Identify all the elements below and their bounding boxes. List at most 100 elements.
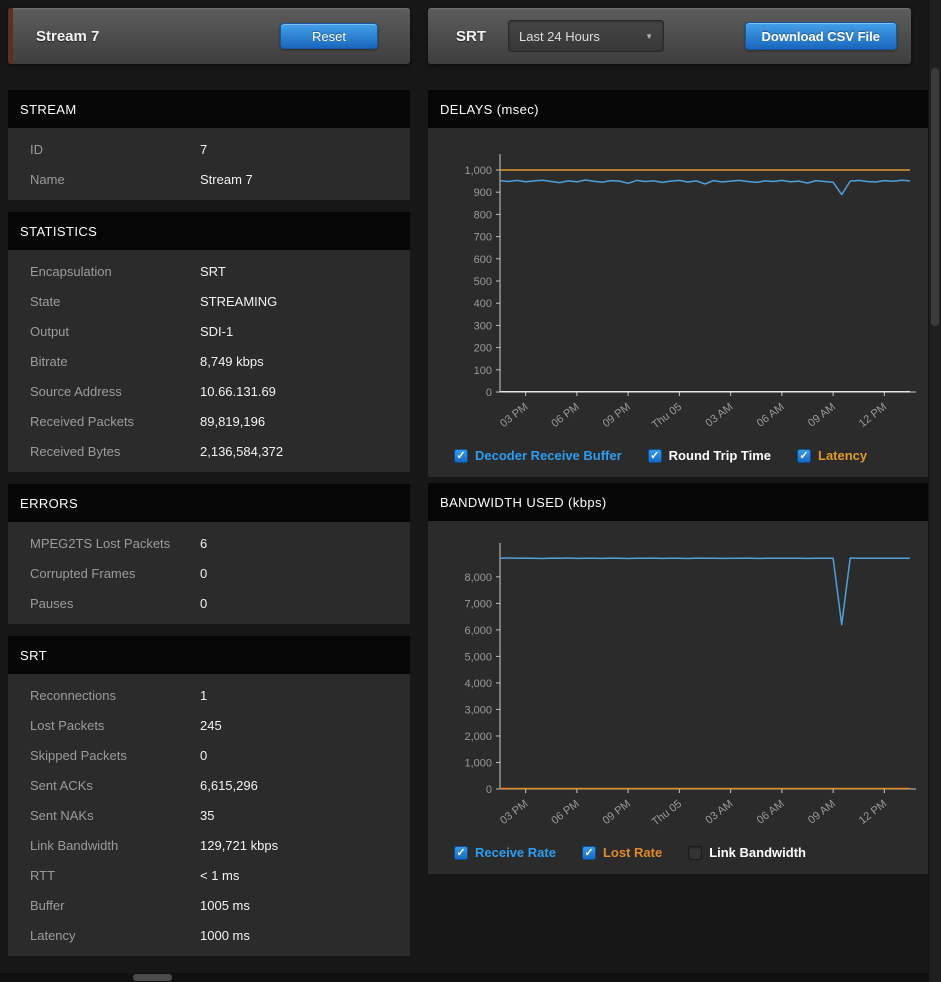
stat-row: Bitrate 8,749 kbps xyxy=(8,346,410,376)
section-header-bandwidth: BANDWIDTH USED (kbps) xyxy=(428,483,929,521)
svg-text:06 AM: 06 AM xyxy=(755,401,787,430)
delays-chart-panel: 01002003004005006007008009001,00003 PM06… xyxy=(428,128,929,477)
section-body-errors: MPEG2TS Lost Packets 6 Corrupted Frames … xyxy=(8,522,410,624)
svg-text:200: 200 xyxy=(474,343,492,355)
checkbox-link-bandwidth[interactable] xyxy=(688,846,702,860)
stat-value: 1 xyxy=(200,688,207,703)
stat-value: < 1 ms xyxy=(200,868,239,883)
stat-value: SRT xyxy=(200,264,226,279)
stat-value: 6,615,296 xyxy=(200,778,258,793)
section-header-statistics: STATISTICS xyxy=(8,212,410,250)
legend-label: Decoder Receive Buffer xyxy=(475,448,622,463)
legend-label: Latency xyxy=(818,448,867,463)
svg-text:09 PM: 09 PM xyxy=(601,401,633,430)
reset-button[interactable]: Reset xyxy=(280,23,378,49)
svg-text:06 PM: 06 PM xyxy=(549,798,581,827)
legend-item-round-trip-time[interactable]: ✓ Round Trip Time xyxy=(648,448,771,463)
legend-label: Receive Rate xyxy=(475,845,556,860)
legend-label: Round Trip Time xyxy=(669,448,771,463)
vertical-scrollbar-thumb[interactable] xyxy=(931,68,939,326)
stat-value: 0 xyxy=(200,748,207,763)
svg-text:8,000: 8,000 xyxy=(464,572,492,584)
section-stream: STREAM ID 7 Name Stream 7 xyxy=(8,90,410,200)
legend-item-receive-rate[interactable]: ✓ Receive Rate xyxy=(454,845,556,860)
stat-label: Bitrate xyxy=(30,354,200,369)
legend-item-decoder-receive-buffer[interactable]: ✓ Decoder Receive Buffer xyxy=(454,448,622,463)
legend-label: Lost Rate xyxy=(603,845,662,860)
stat-value: 7 xyxy=(200,142,207,157)
stat-row: Received Packets 89,819,196 xyxy=(8,406,410,436)
svg-text:700: 700 xyxy=(474,232,492,244)
stat-row: Skipped Packets 0 xyxy=(8,740,410,770)
main-layout: Stream 7 Reset STREAM ID 7 Name Stream 7 xyxy=(0,0,941,968)
stat-value: 10.66.131.69 xyxy=(200,384,276,399)
stat-value: SDI-1 xyxy=(200,324,233,339)
bandwidth-chart-panel: 01,0002,0003,0004,0005,0006,0007,0008,00… xyxy=(428,521,929,874)
section-body-srt: Reconnections 1 Lost Packets 245 Skipped… xyxy=(8,674,410,956)
svg-text:300: 300 xyxy=(474,320,492,332)
svg-text:600: 600 xyxy=(474,254,492,266)
svg-text:03 AM: 03 AM xyxy=(704,401,736,430)
checkbox-receive-rate[interactable]: ✓ xyxy=(454,846,468,860)
stat-label: Lost Packets xyxy=(30,718,200,733)
stat-row: Output SDI-1 xyxy=(8,316,410,346)
svg-text:6,000: 6,000 xyxy=(464,625,492,637)
stat-value: 129,721 kbps xyxy=(200,838,278,853)
section-header-errors: ERRORS xyxy=(8,484,410,522)
stat-row: MPEG2TS Lost Packets 6 xyxy=(8,528,410,558)
stat-value: 6 xyxy=(200,536,207,551)
stat-label: Sent NAKs xyxy=(30,808,200,823)
srt-title: SRT xyxy=(456,28,486,45)
stat-label: Source Address xyxy=(30,384,200,399)
svg-text:900: 900 xyxy=(474,187,492,199)
svg-text:0: 0 xyxy=(486,387,492,399)
stat-value: Stream 7 xyxy=(200,172,253,187)
checkbox-latency[interactable]: ✓ xyxy=(797,449,811,463)
download-csv-button[interactable]: Download CSV File xyxy=(745,22,897,50)
stat-value: 1005 ms xyxy=(200,898,250,913)
horizontal-scrollbar[interactable] xyxy=(0,973,929,982)
svg-text:Thu 05: Thu 05 xyxy=(650,798,684,829)
svg-text:09 AM: 09 AM xyxy=(806,798,838,827)
checkbox-lost-rate[interactable]: ✓ xyxy=(582,846,596,860)
svg-text:100: 100 xyxy=(474,365,492,377)
stat-row: Corrupted Frames 0 xyxy=(8,558,410,588)
stat-row: Lost Packets 245 xyxy=(8,710,410,740)
stat-row: Name Stream 7 xyxy=(8,164,410,194)
svg-text:Thu 05: Thu 05 xyxy=(650,401,684,432)
section-title: STREAM xyxy=(20,102,77,117)
section-body-stream: ID 7 Name Stream 7 xyxy=(8,128,410,200)
section-statistics: STATISTICS Encapsulation SRT State STREA… xyxy=(8,212,410,472)
stat-row: Pauses 0 xyxy=(8,588,410,618)
svg-text:5,000: 5,000 xyxy=(464,651,492,663)
stream-detail-column: Stream 7 Reset STREAM ID 7 Name Stream 7 xyxy=(8,8,410,968)
svg-text:03 PM: 03 PM xyxy=(498,401,530,430)
time-range-value: Last 24 Hours xyxy=(519,29,600,44)
time-range-dropdown[interactable]: Last 24 Hours ▼ xyxy=(508,20,664,52)
svg-text:12 PM: 12 PM xyxy=(857,401,889,430)
bandwidth-chart-section: BANDWIDTH USED (kbps) 01,0002,0003,0004,… xyxy=(428,483,929,874)
svg-text:800: 800 xyxy=(474,209,492,221)
legend-item-link-bandwidth[interactable]: Link Bandwidth xyxy=(688,845,806,860)
checkbox-decoder-receive-buffer[interactable]: ✓ xyxy=(454,449,468,463)
section-header-delays: DELAYS (msec) xyxy=(428,90,929,128)
stat-label: Reconnections xyxy=(30,688,200,703)
stat-value: 0 xyxy=(200,596,207,611)
svg-text:400: 400 xyxy=(474,298,492,310)
horizontal-scrollbar-thumb[interactable] xyxy=(133,974,172,981)
stat-value: 1000 ms xyxy=(200,928,250,943)
vertical-scrollbar[interactable] xyxy=(928,0,941,982)
svg-text:12 PM: 12 PM xyxy=(857,798,889,827)
stat-label: Link Bandwidth xyxy=(30,838,200,853)
srt-titlebar: SRT Last 24 Hours ▼ Download CSV File xyxy=(428,8,911,64)
stream-status-indicator xyxy=(8,8,13,64)
chevron-down-icon: ▼ xyxy=(645,32,653,41)
delays-chart-section: DELAYS (msec) 01002003004005006007008009… xyxy=(428,90,929,477)
svg-text:1,000: 1,000 xyxy=(464,165,492,177)
legend-item-latency[interactable]: ✓ Latency xyxy=(797,448,867,463)
stat-value: 89,819,196 xyxy=(200,414,265,429)
section-errors: ERRORS MPEG2TS Lost Packets 6 Corrupted … xyxy=(8,484,410,624)
checkbox-round-trip-time[interactable]: ✓ xyxy=(648,449,662,463)
legend-item-lost-rate[interactable]: ✓ Lost Rate xyxy=(582,845,662,860)
section-title: STATISTICS xyxy=(20,224,97,239)
